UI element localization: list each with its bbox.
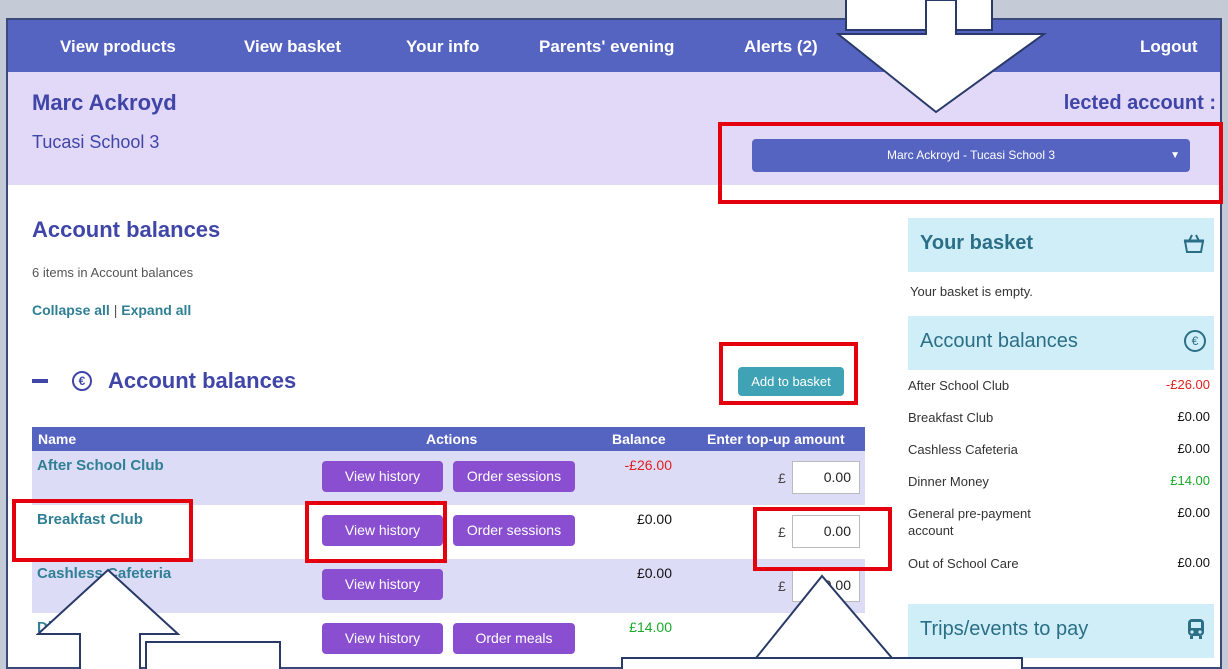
sidebar-balance-name: General pre-payment account: [908, 506, 1031, 538]
view-history-button[interactable]: View history: [322, 569, 443, 600]
collapse-all-link[interactable]: Collapse all: [32, 302, 110, 318]
sidebar-balance-row: Out of School Care £0.00: [908, 548, 1214, 580]
account-header: Marc Ackroyd Tucasi School 3 lected acco…: [8, 72, 1220, 185]
table-row: After School Club View history Order ses…: [32, 451, 865, 505]
currency-symbol: £: [778, 470, 786, 486]
sidebar-balance-value: -£26.00: [1165, 377, 1210, 392]
sidebar-balance-value: £0.00: [1177, 441, 1210, 456]
nav-alerts[interactable]: Alerts (2): [744, 20, 818, 72]
basket-icon: [1182, 232, 1206, 260]
nav-parents-evening[interactable]: Parents' evening: [539, 20, 674, 72]
sidebar-balance-name: Dinner Money: [908, 474, 989, 489]
top-nav: View products View basket Your info Pare…: [8, 20, 1220, 72]
balance-value: -£26.00: [624, 457, 672, 473]
section-title: Account balances: [108, 368, 297, 393]
sidebar-balance-value: £0.00: [1177, 555, 1210, 570]
nav-view-basket[interactable]: View basket: [244, 20, 341, 72]
school-name: Tucasi School 3: [32, 132, 160, 152]
account-select[interactable]: Marc Ackroyd - Tucasi School 3 ▼: [752, 139, 1190, 172]
basket-title: Your basket: [920, 232, 1033, 254]
selected-account-label: lected account :: [1063, 92, 1216, 114]
table-header: Name Actions Balance Enter top-up amount: [32, 427, 865, 451]
sidebar-balance-name: Breakfast Club: [908, 410, 994, 425]
trips-panel-title: Trips/events to pay: [920, 618, 1089, 640]
balances-panel-title: Account balances: [920, 330, 1078, 352]
sidebar-balance-row: General pre-payment account £0.00: [908, 498, 1214, 548]
page-title: Account balances: [32, 217, 221, 242]
euro-circle-icon: €: [1184, 330, 1206, 352]
nav-logout[interactable]: Logout: [1140, 20, 1198, 72]
currency-symbol: £: [778, 632, 786, 648]
sidebar-balance-row: Breakfast Club £0.00: [908, 402, 1214, 434]
header-name: Name: [38, 431, 77, 447]
account-name-link[interactable]: Breakfast Club: [37, 511, 143, 528]
currency-symbol: £: [778, 578, 786, 594]
sidebar: Your basket Your basket is empty. Accoun…: [908, 218, 1214, 658]
sidebar-balance-value: £14.00: [1170, 473, 1210, 488]
euro-circle-icon: €: [72, 371, 92, 391]
basket-panel-header[interactable]: Your basket: [908, 218, 1214, 272]
sidebar-balance-value: £0.00: [1177, 505, 1210, 520]
table-row: Dinner Money View history Order meals £1…: [32, 613, 865, 667]
browser-frame: View products View basket Your info Pare…: [6, 18, 1222, 669]
add-to-basket-button[interactable]: Add to basket: [738, 367, 844, 396]
collapse-minus-icon[interactable]: [32, 379, 48, 383]
balances-panel-header[interactable]: Account balances €: [908, 316, 1214, 370]
trips-panel-header[interactable]: Trips/events to pay: [908, 604, 1214, 658]
items-count: 6 items in Account balances: [32, 265, 194, 280]
chevron-down-icon: ▼: [1170, 150, 1180, 161]
bus-icon: [1186, 618, 1206, 646]
view-history-button[interactable]: View history: [322, 515, 443, 546]
balance-value: £0.00: [636, 565, 672, 581]
account-select-value: Marc Ackroyd - Tucasi School 3: [886, 148, 1056, 162]
topup-amount-input[interactable]: 0.00: [792, 569, 860, 602]
nav-help[interactable]: Help: [876, 20, 913, 72]
table-row: Cashless Cafeteria View history £0.00 £ …: [32, 559, 865, 613]
user-name: Marc Ackroyd: [32, 90, 177, 115]
currency-symbol: £: [778, 524, 786, 540]
topup-amount-input[interactable]: 0.00: [792, 515, 860, 548]
account-name-link[interactable]: Dinner Money: [37, 619, 136, 636]
collapse-expand-links: Collapse all | Expand all: [32, 302, 191, 318]
topup-amount-input[interactable]: 0.00: [792, 461, 860, 494]
view-history-button[interactable]: View history: [322, 461, 443, 492]
sidebar-balance-row: Cashless Cafeteria £0.00: [908, 434, 1214, 466]
header-topup: Enter top-up amount: [707, 431, 845, 447]
expand-all-link[interactable]: Expand all: [121, 302, 191, 318]
link-separator: |: [113, 302, 118, 318]
account-name-link[interactable]: Cashless Cafeteria: [37, 565, 171, 582]
section-heading: € Account balances: [32, 366, 296, 396]
view-history-button[interactable]: View history: [322, 623, 443, 654]
sidebar-balance-value: £0.00: [1177, 409, 1210, 424]
sidebar-balance-name: After School Club: [908, 378, 1010, 393]
order-sessions-button[interactable]: Order sessions: [453, 515, 575, 546]
balances-table: Name Actions Balance Enter top-up amount…: [32, 427, 865, 667]
sidebar-balance-row: After School Club -£26.00: [908, 370, 1214, 402]
header-actions: Actions: [426, 431, 478, 447]
sidebar-balance-row: Dinner Money £14.00: [908, 466, 1214, 498]
order-sessions-button[interactable]: Order sessions: [453, 461, 575, 492]
table-row: Breakfast Club View history Order sessio…: [32, 505, 865, 559]
nav-your-info[interactable]: Your info: [406, 20, 479, 72]
nav-view-products[interactable]: View products: [60, 20, 176, 72]
account-name-link[interactable]: After School Club: [37, 457, 164, 474]
order-meals-button[interactable]: Order meals: [453, 623, 575, 654]
basket-empty-text: Your basket is empty.: [910, 284, 1033, 299]
sidebar-balance-name: Cashless Cafeteria: [908, 442, 1018, 457]
sidebar-balance-name: Out of School Care: [908, 556, 1019, 571]
header-balance: Balance: [612, 431, 666, 447]
balance-value: £14.00: [629, 619, 672, 635]
balance-value: £0.00: [636, 511, 672, 527]
